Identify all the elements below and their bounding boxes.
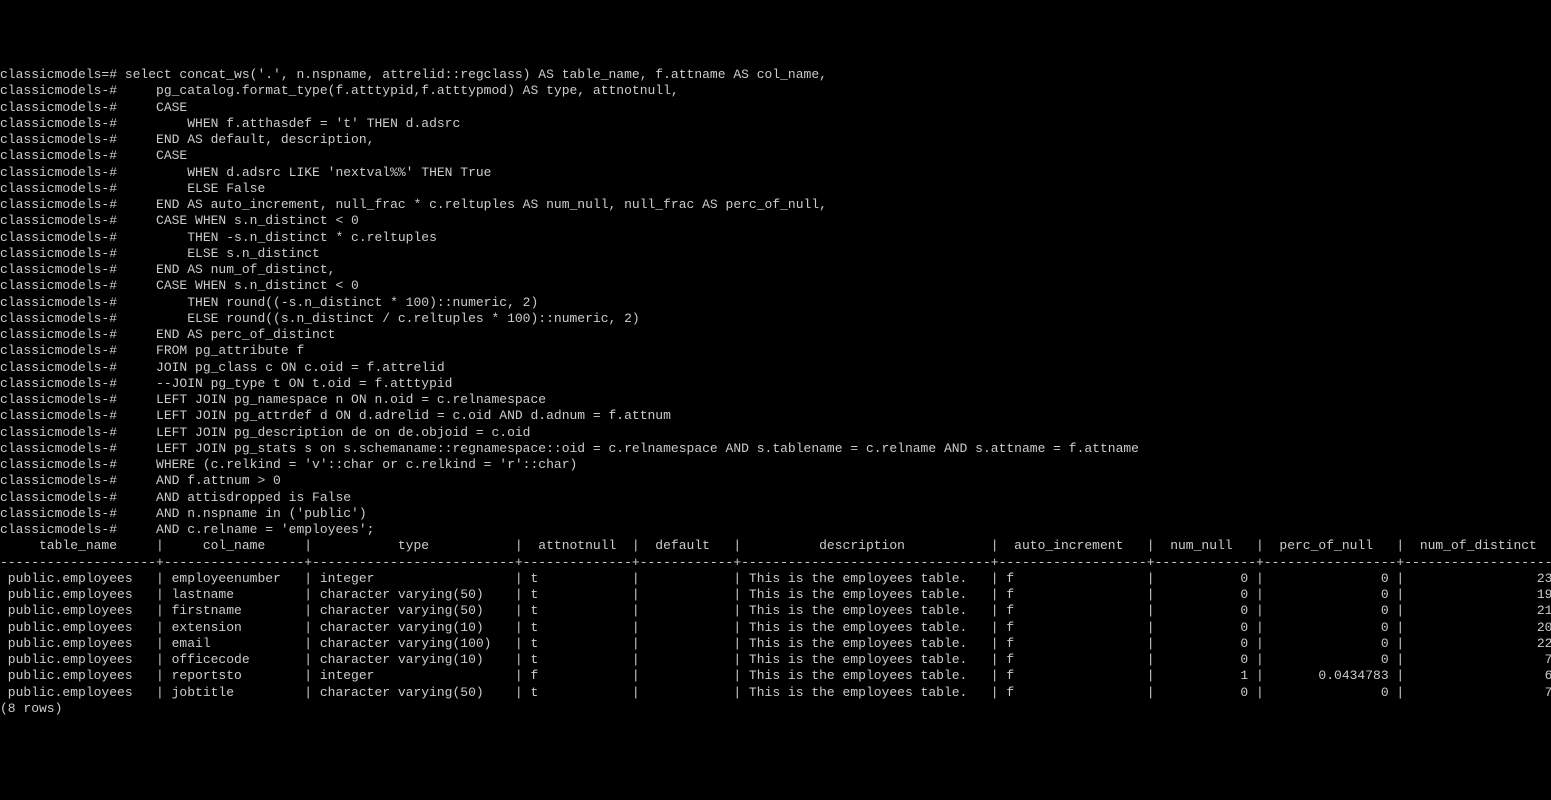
terminal-output[interactable]: classicmodels=# select concat_ws('.', n.… xyxy=(0,67,1551,717)
